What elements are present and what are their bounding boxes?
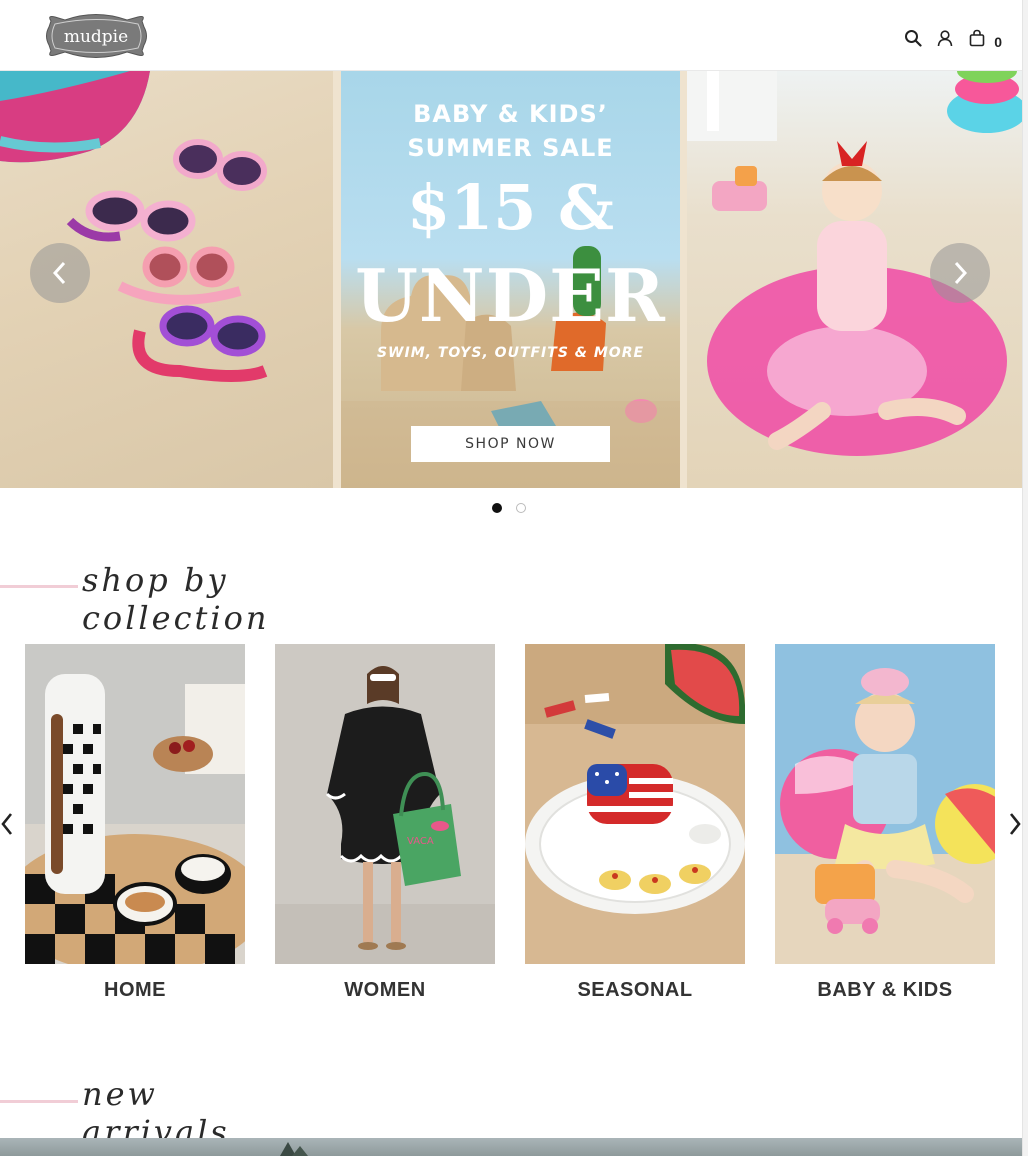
page: mudpie 0 BABY & KIDS’ SUMMER SALE $15 & … — [0, 0, 1028, 1156]
hero-sale-panel: BABY & KIDS’ SUMMER SALE $15 & UNDER SWI… — [341, 71, 680, 488]
account-icon[interactable] — [934, 27, 956, 49]
carousel-dots — [492, 503, 526, 513]
hero-title: BABY & KIDS’ SUMMER SALE — [407, 100, 614, 162]
shop-by-collection-heading: shop by collection — [0, 556, 420, 637]
collection-label[interactable]: BABY & KIDS — [775, 979, 995, 1002]
new-arrivals-banner[interactable] — [0, 1138, 1022, 1156]
collection-image-seasonal[interactable] — [525, 644, 745, 964]
scrollbar[interactable] — [1022, 0, 1028, 1156]
svg-text:VACA: VACA — [407, 836, 434, 847]
hero-next-button[interactable] — [930, 243, 990, 303]
site-header: mudpie 0 — [0, 0, 1022, 71]
carousel-dot-1[interactable] — [492, 503, 502, 513]
collection-image-home[interactable] — [25, 644, 245, 964]
search-icon[interactable] — [902, 27, 924, 49]
hero-prev-button[interactable] — [30, 243, 90, 303]
collection-card-seasonal[interactable]: SEASONAL — [525, 644, 745, 1002]
hero-under: UNDER — [355, 253, 666, 338]
collection-image-women[interactable]: VACA — [275, 644, 495, 964]
collection-label[interactable]: SEASONAL — [525, 979, 745, 1002]
collection-card-women[interactable]: VACA WOMEN — [275, 644, 495, 1002]
collection-card-baby-kids[interactable]: BABY & KIDS — [775, 644, 995, 1002]
carousel-dot-2[interactable] — [516, 503, 526, 513]
hero-price: $15 & — [407, 171, 614, 244]
new-arrivals-heading: new arrivals — [0, 1073, 320, 1151]
cart-count[interactable]: 0 — [994, 34, 1002, 50]
svg-text:mudpie: mudpie — [64, 27, 128, 47]
shop-now-button[interactable]: SHOP NOW — [411, 426, 610, 462]
collection-card-home[interactable]: HOME — [25, 644, 245, 1002]
hero-carousel[interactable]: BABY & KIDS’ SUMMER SALE $15 & UNDER SWI… — [0, 71, 1022, 488]
cart-icon[interactable] — [966, 27, 988, 49]
collection-label[interactable]: HOME — [25, 979, 245, 1002]
collection-label[interactable]: WOMEN — [275, 979, 495, 1002]
collection-prev-button[interactable] — [0, 806, 16, 842]
header-icons: 0 — [902, 26, 1002, 50]
collection-image-baby-kids[interactable] — [775, 644, 995, 964]
hero-subtitle: SWIM, TOYS, OUTFITS & MORE — [376, 345, 645, 361]
mudpie-logo[interactable]: mudpie — [43, 11, 150, 61]
section-title: shop by collection — [78, 561, 420, 637]
